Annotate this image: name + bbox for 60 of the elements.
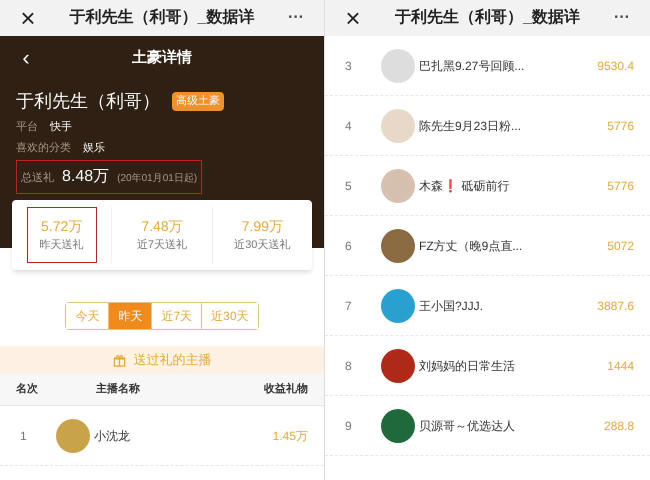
- gift-amount: 288.8: [604, 418, 634, 434]
- avatar: [381, 348, 415, 382]
- gift-icon: [112, 354, 126, 366]
- window-title: 于利先生（利哥）_数据详: [394, 7, 581, 28]
- stat-value: 5.72万: [41, 217, 82, 236]
- gift-amount: 5776: [607, 178, 634, 194]
- more-button[interactable]: ···: [284, 6, 308, 30]
- close-button[interactable]: ×: [341, 5, 365, 31]
- field-value: 娱乐: [83, 140, 105, 156]
- gift-amount: 1.45万: [272, 428, 308, 444]
- page-title: 土豪详情: [131, 48, 193, 68]
- more-button[interactable]: ···: [610, 6, 634, 30]
- streamer-name: FZ方丈（晚9点直...: [418, 238, 524, 254]
- section-title: 送过礼的主播: [134, 351, 212, 370]
- streamer-name: 木森❗ 砥砺前行: [418, 178, 510, 194]
- avatar: [56, 418, 90, 452]
- gift-amount: 5072: [607, 238, 634, 254]
- rank-number: 7: [344, 298, 353, 314]
- avatar: [381, 168, 415, 202]
- total-label: 总送礼: [21, 170, 54, 186]
- gift-amount: 3887.6: [597, 298, 634, 314]
- rank-number: 3: [344, 58, 353, 74]
- stat-label: 近30天送礼: [234, 238, 290, 254]
- stat-label: 昨天送礼: [40, 238, 84, 254]
- field-label: 喜欢的分类: [16, 140, 71, 156]
- avatar: [381, 408, 415, 442]
- window-title: 于利先生（利哥）_数据详: [68, 7, 256, 28]
- streamer-name: 刘妈妈的日常生活: [418, 358, 516, 374]
- avatar: [381, 48, 415, 82]
- column-header: 主播名称: [96, 382, 141, 398]
- rank-number: 9: [344, 418, 353, 434]
- column-header: 收益礼物: [264, 382, 308, 398]
- stat-value: 7.99万: [242, 217, 283, 236]
- field-label: 平台: [16, 120, 38, 135]
- stat-value: 7.48万: [141, 217, 183, 236]
- total-note: (20年01月01日起): [117, 172, 198, 186]
- back-button[interactable]: ‹: [16, 47, 36, 69]
- streamer-name: 巴扎黑9.27号回顾...: [418, 58, 526, 74]
- close-button[interactable]: ×: [16, 5, 40, 31]
- streamer-name: 陈先生9月23日粉...: [418, 118, 522, 134]
- rank-number: 8: [344, 358, 353, 374]
- gift-amount: 5776: [607, 118, 634, 134]
- gift-amount: 9530.4: [597, 58, 634, 74]
- level-badge: 高级土豪: [172, 92, 224, 111]
- rank-number: 5: [344, 178, 353, 194]
- streamer-name: 贝源哥～优选达人: [418, 418, 516, 434]
- rank-number: 4: [344, 118, 353, 134]
- user-name: 于利先生（利哥）: [16, 90, 160, 113]
- streamer-name: 小沈龙: [93, 428, 131, 444]
- avatar: [381, 108, 415, 142]
- stat-label: 近7天送礼: [136, 238, 188, 254]
- gift-amount: 1444: [607, 358, 634, 374]
- field-value: 快手: [50, 120, 72, 135]
- rank-number: 6: [344, 238, 353, 254]
- rank-number: 1: [19, 428, 28, 444]
- streamer-name: 王小国?JJJ.: [418, 298, 484, 314]
- column-header: 名次: [16, 382, 39, 398]
- avatar: [381, 228, 415, 262]
- total-value: 8.48万: [62, 167, 110, 187]
- avatar: [381, 288, 415, 322]
